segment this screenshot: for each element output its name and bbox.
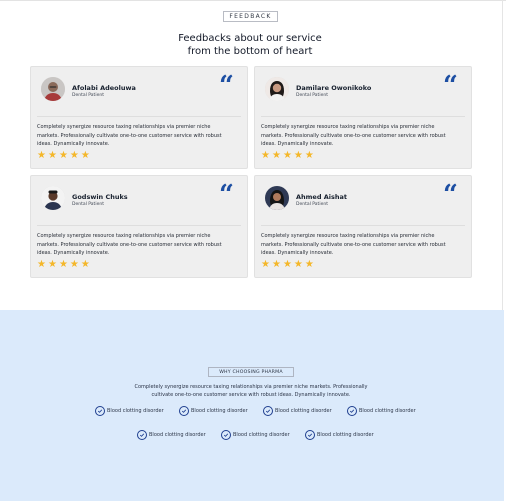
check-circle-icon — [221, 430, 231, 440]
patient-name: Ahmed Aishat — [296, 193, 348, 201]
feature-item: Blood clotting disorder — [137, 430, 206, 440]
check-circle-icon — [179, 406, 189, 416]
star-rating: ★ ★ ★ ★ ★ — [261, 150, 314, 161]
why-section-tag: WHY CHOOSING PHARMA — [208, 367, 294, 377]
quote-icon: “ — [443, 180, 458, 210]
star-icon: ★ — [37, 259, 46, 270]
feedback-title-line-2: from the bottom of heart — [187, 46, 313, 57]
star-icon: ★ — [261, 259, 270, 270]
star-icon: ★ — [58, 150, 68, 161]
star-icon: ★ — [80, 259, 90, 270]
testimonial-card: Damilare Owonikoko Dental Patient “ Comp… — [254, 66, 472, 169]
star-rating: ★ ★ ★ ★ ★ — [261, 259, 314, 270]
star-icon: ★ — [304, 150, 314, 161]
star-rating: ★ ★ ★ ★ ★ — [37, 150, 90, 161]
quote-icon: “ — [219, 71, 234, 101]
card-divider — [261, 225, 465, 226]
star-icon: ★ — [47, 259, 57, 270]
testimonial-text: Completely synergize resource taxing rel… — [261, 124, 446, 147]
feature-label: Blood clotting disorder — [107, 408, 164, 414]
star-icon: ★ — [261, 150, 270, 161]
feature-item: Blood clotting disorder — [305, 430, 374, 440]
star-icon: ★ — [293, 150, 303, 161]
feature-item: Blood clotting disorder — [95, 406, 164, 416]
right-divider — [502, 0, 503, 312]
star-icon: ★ — [37, 150, 46, 161]
check-circle-icon — [263, 406, 273, 416]
feedback-title-line-1: Feedbacks about our service — [178, 33, 322, 44]
star-icon: ★ — [69, 150, 79, 161]
why-description: Completely synergize resource taxing rel… — [128, 383, 374, 399]
patient-name: Afolabi Adeoluwa — [72, 84, 136, 92]
star-icon: ★ — [282, 150, 292, 161]
why-description-line-2: cultivate one-to-one customer service wi… — [151, 392, 351, 398]
avatar — [265, 77, 289, 101]
star-icon: ★ — [293, 259, 303, 270]
feedback-section-title: Feedbacks about our service from the bot… — [150, 32, 350, 58]
star-icon: ★ — [47, 150, 57, 161]
star-icon: ★ — [304, 259, 314, 270]
why-description-line-1: Completely synergize resource taxing rel… — [134, 384, 368, 390]
testimonial-card: Godswin Chuks Dental Patient “ Completel… — [30, 175, 248, 278]
card-divider — [261, 116, 465, 117]
testimonial-card: Afolabi Adeoluwa Dental Patient “ Comple… — [30, 66, 248, 169]
feature-item: Blood clotting disorder — [221, 430, 290, 440]
testimonial-text: Completely synergize resource taxing rel… — [261, 233, 446, 256]
patient-role: Dental Patient — [72, 202, 104, 207]
card-divider — [37, 225, 241, 226]
feature-item: Blood clotting disorder — [179, 406, 248, 416]
feature-label: Blood clotting disorder — [275, 408, 332, 414]
feature-label: Blood clotting disorder — [317, 432, 374, 438]
star-icon: ★ — [80, 150, 90, 161]
star-icon: ★ — [271, 259, 281, 270]
feedback-section-tag: FEEDBACK — [223, 11, 278, 22]
feature-label: Blood clotting disorder — [149, 432, 206, 438]
top-divider — [0, 0, 506, 1]
avatar — [265, 186, 289, 210]
feature-item: Blood clotting disorder — [263, 406, 332, 416]
star-icon: ★ — [271, 150, 281, 161]
testimonial-text: Completely synergize resource taxing rel… — [37, 124, 222, 147]
star-icon: ★ — [69, 259, 79, 270]
feature-label: Blood clotting disorder — [191, 408, 248, 414]
check-circle-icon — [347, 406, 357, 416]
check-circle-icon — [305, 430, 315, 440]
feature-label: Blood clotting disorder — [359, 408, 416, 414]
star-rating: ★ ★ ★ ★ ★ — [37, 259, 90, 270]
patient-name: Godswin Chuks — [72, 193, 128, 201]
check-circle-icon — [95, 406, 105, 416]
quote-icon: “ — [219, 180, 234, 210]
feature-item: Blood clotting disorder — [347, 406, 416, 416]
star-icon: ★ — [282, 259, 292, 270]
patient-role: Dental Patient — [72, 93, 104, 98]
check-circle-icon — [137, 430, 147, 440]
star-icon: ★ — [58, 259, 68, 270]
patient-role: Dental Patient — [296, 93, 328, 98]
feature-label: Blood clotting disorder — [233, 432, 290, 438]
quote-icon: “ — [443, 71, 458, 101]
testimonial-card: Ahmed Aishat Dental Patient “ Completely… — [254, 175, 472, 278]
card-divider — [37, 116, 241, 117]
why-choosing-section: WHY CHOOSING PHARMA Completely synergize… — [0, 310, 504, 501]
patient-role: Dental Patient — [296, 202, 328, 207]
avatar — [41, 77, 65, 101]
avatar — [41, 186, 65, 210]
patient-name: Damilare Owonikoko — [296, 84, 372, 92]
testimonial-text: Completely synergize resource taxing rel… — [37, 233, 222, 256]
